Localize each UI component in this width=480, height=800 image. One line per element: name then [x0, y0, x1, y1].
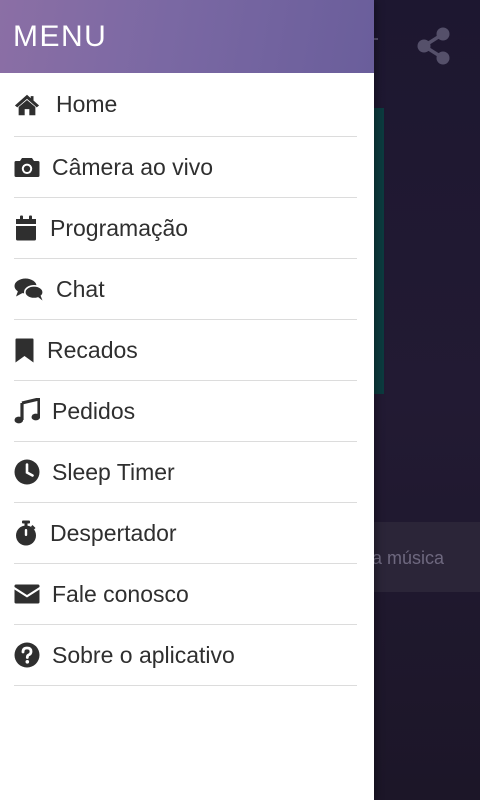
share-icon [417, 27, 451, 70]
menu-item-programming[interactable]: Programação [14, 198, 357, 259]
menu-item-label: Recados [47, 336, 138, 363]
menu-item-label: Programação [50, 214, 189, 241]
menu-item-camera[interactable]: Câmera ao vivo [14, 137, 357, 198]
menu-item-alarm[interactable]: Despertador [14, 503, 357, 564]
question-circle-icon [14, 642, 40, 668]
calendar-icon [14, 215, 38, 241]
menu-item-label: Home [56, 91, 118, 117]
menu-item-chat[interactable]: Chat [14, 259, 357, 320]
menu-item-about[interactable]: Sobre o aplicativo [14, 625, 357, 686]
menu-item-label: Sobre o aplicativo [52, 641, 235, 668]
stopwatch-icon [14, 520, 38, 546]
menu-item-messages[interactable]: Recados [14, 320, 357, 381]
menu-item-contact[interactable]: Fale conosco [14, 564, 357, 625]
menu-item-requests[interactable]: Pedidos [14, 381, 357, 442]
menu-item-label: Fale conosco [52, 580, 189, 607]
background-search-placeholder: a música [372, 548, 445, 568]
drawer-title: MENU [13, 19, 108, 53]
menu-item-home[interactable]: Home [14, 73, 357, 137]
menu-item-sleep-timer[interactable]: Sleep Timer [14, 442, 357, 503]
menu-item-label: Despertador [50, 519, 177, 546]
camera-icon [14, 154, 40, 180]
chat-icon [14, 276, 44, 302]
background-player-panel [374, 108, 384, 394]
menu-item-label: Sleep Timer [52, 458, 175, 485]
menu-list: Home Câmera ao vivo Programação Chat Rec… [0, 73, 374, 686]
clock-icon [14, 459, 40, 485]
menu-item-label: Pedidos [52, 397, 136, 424]
navigation-drawer: MENU Home Câmera ao vivo Programação Cha… [0, 0, 374, 800]
envelope-icon [14, 581, 40, 607]
bookmark-icon [14, 337, 34, 363]
drawer-header: MENU [0, 0, 374, 73]
home-icon [14, 92, 40, 118]
music-icon [14, 398, 40, 424]
share-button[interactable] [412, 26, 456, 70]
menu-item-label: Chat [56, 275, 105, 302]
menu-item-label: Câmera ao vivo [52, 153, 214, 180]
